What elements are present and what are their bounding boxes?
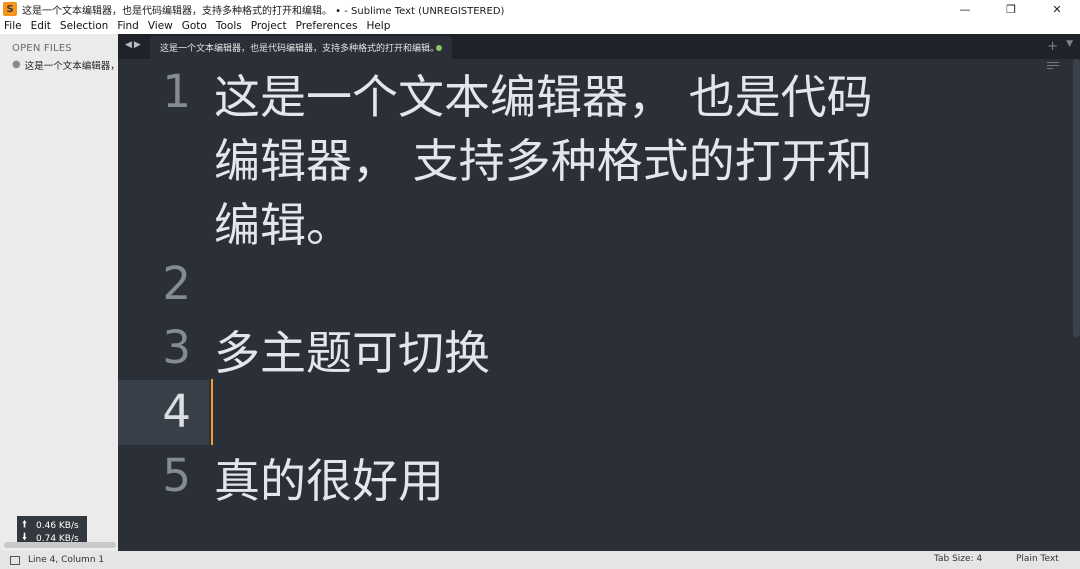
upload-speed: 0.46 KB/s — [36, 520, 79, 531]
code-line-1-part-3: 编辑。 — [214, 198, 352, 252]
menu-help[interactable]: Help — [366, 20, 390, 32]
maximize-icon[interactable]: ❐ — [988, 0, 1034, 18]
tab-bar: ◀▶ 这是一个文本编辑器，也是代码编辑器，支持多种格式的打开和编辑。 + ▼ — [118, 34, 1080, 59]
menu-bar: File Edit Selection Find View Goto Tools… — [0, 18, 1080, 34]
tab-nav-arrows-icon[interactable]: ◀▶ — [125, 40, 143, 50]
sublime-logo-icon: S — [3, 2, 17, 16]
menu-goto[interactable]: Goto — [182, 20, 207, 32]
menu-selection[interactable]: Selection — [60, 20, 108, 32]
menu-find[interactable]: Find — [117, 20, 139, 32]
cursor-position: Line 4, Column 1 — [28, 555, 105, 565]
open-files-heading: OPEN FILES — [12, 43, 72, 54]
status-bar: Line 4, Column 1 Tab Size: 4 Plain Text — [0, 551, 1080, 569]
unsaved-dot-icon[interactable] — [436, 45, 442, 51]
code-line-5: 真的很好用 — [214, 454, 444, 508]
editor-vertical-scrollbar[interactable] — [1073, 59, 1080, 337]
window-title: 这是一个文本编辑器，也是代码编辑器，支持多种格式的打开和编辑。 • - Subl… — [22, 5, 505, 17]
menu-edit[interactable]: Edit — [31, 20, 51, 32]
window-controls: — ❐ ✕ — [942, 0, 1080, 18]
syntax-selector[interactable]: Plain Text — [1016, 554, 1059, 564]
sidebar-file-name: 这是一个文本编辑器， — [24, 60, 117, 72]
menu-project[interactable]: Project — [251, 20, 287, 32]
editor-area[interactable]: 1 这是一个文本编辑器， 也是代码 编辑器， 支持多种格式的打开和 编辑。 2 … — [118, 59, 1080, 551]
tab-list-chevron-down-icon[interactable]: ▼ — [1066, 39, 1073, 49]
close-icon[interactable]: ✕ — [1034, 0, 1080, 18]
menu-view[interactable]: View — [148, 20, 173, 32]
code-line-1-part-1: 这是一个文本编辑器， 也是代码 — [214, 70, 873, 124]
line-number-4: 4 — [162, 385, 191, 438]
tab-title: 这是一个文本编辑器，也是代码编辑器，支持多种格式的打开和编辑。 — [160, 44, 440, 54]
sidebar: OPEN FILES ● 这是一个文本编辑器， 🠙 0.46 KB/s 🠛 0.… — [0, 34, 118, 551]
line-number-5: 5 — [162, 449, 191, 502]
line-number-2: 2 — [162, 257, 191, 310]
new-tab-plus-icon[interactable]: + — [1047, 39, 1058, 54]
file-bullet-icon: ● — [12, 59, 21, 70]
text-caret — [211, 379, 213, 445]
code-line-1-part-2: 编辑器， 支持多种格式的打开和 — [214, 134, 873, 188]
minimize-icon[interactable]: — — [942, 0, 988, 18]
line-number-1: 1 — [162, 65, 191, 118]
panel-toggle-icon[interactable] — [10, 555, 20, 565]
title-bar: S 这是一个文本编辑器，也是代码编辑器，支持多种格式的打开和编辑。 • - Su… — [0, 0, 1080, 18]
code-line-3: 多主题可切换 — [214, 326, 490, 380]
minimap[interactable] — [1047, 62, 1059, 72]
tab-active-file[interactable]: 这是一个文本编辑器，也是代码编辑器，支持多种格式的打开和编辑。 — [150, 36, 452, 59]
line-number-3: 3 — [162, 321, 191, 374]
menu-file[interactable]: File — [4, 20, 22, 32]
menu-preferences[interactable]: Preferences — [296, 20, 358, 32]
sidebar-open-file[interactable]: ● 这是一个文本编辑器， — [0, 57, 118, 72]
menu-tools[interactable]: Tools — [216, 20, 242, 32]
sidebar-horizontal-scrollbar[interactable] — [4, 542, 116, 548]
tab-size-selector[interactable]: Tab Size: 4 — [934, 554, 982, 564]
